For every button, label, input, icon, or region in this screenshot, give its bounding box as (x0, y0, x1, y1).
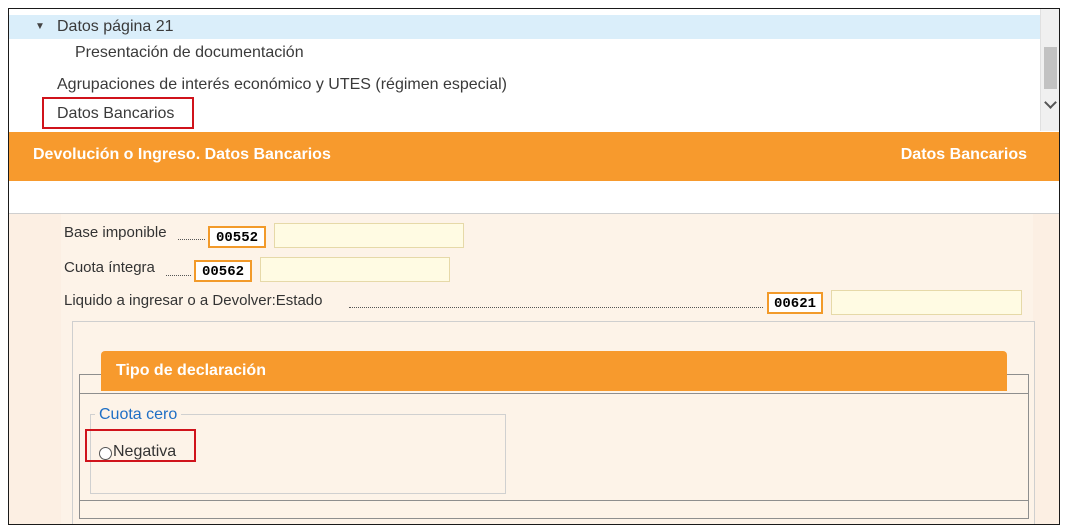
declaration-title: Tipo de declaración (116, 362, 266, 379)
base-imponible-label: Base imponible (64, 224, 167, 241)
field-code-badge: 00552 (208, 226, 266, 248)
scrollbar-thumb[interactable] (1044, 47, 1057, 89)
app-frame: ▼ Datos página 21 Presentación de docume… (8, 8, 1060, 525)
tree-item-label: Agrupaciones de interés económico y UTES… (57, 76, 507, 93)
highlight-box (42, 97, 194, 129)
dotted-leader (166, 275, 191, 276)
tree-item-datos-pagina-21[interactable]: ▼ Datos página 21 (9, 15, 1040, 39)
cuota-cero-legend: Cuota cero (95, 406, 182, 424)
field-code-badge: 00562 (194, 260, 252, 282)
tree-item-label: Datos página 21 (57, 18, 174, 35)
highlight-box (85, 429, 196, 462)
chevron-down-icon[interactable] (1044, 96, 1057, 109)
navigation-tree: ▼ Datos página 21 Presentación de docume… (9, 9, 1040, 131)
dotted-leader (178, 239, 205, 240)
tree-item-agrupaciones[interactable]: Agrupaciones de interés económico y UTES… (9, 73, 1040, 97)
section-subtitle: Datos Bancarios (900, 146, 1027, 163)
expand-arrow-icon[interactable]: ▼ (35, 15, 45, 39)
liquido-input[interactable] (831, 290, 1022, 315)
field-code-badge: 00621 (767, 292, 823, 314)
section-title: Devolución o Ingreso. Datos Bancarios (33, 146, 331, 163)
section-header: Devolución o Ingreso. Datos Bancarios Da… (9, 132, 1059, 181)
dotted-leader (349, 307, 763, 308)
base-imponible-input[interactable] (274, 223, 464, 248)
liquido-label: Liquido a ingresar o a Devolver:Estado (64, 292, 323, 309)
cuota-integra-label: Cuota íntegra (64, 259, 155, 276)
cuota-integra-input[interactable] (260, 257, 450, 282)
tree-item-presentacion[interactable]: Presentación de documentación (9, 41, 1040, 65)
tree-scrollbar[interactable] (1040, 9, 1059, 131)
tree-item-label: Presentación de documentación (75, 44, 304, 61)
declaration-tab-header: Tipo de declaración (101, 351, 1007, 391)
